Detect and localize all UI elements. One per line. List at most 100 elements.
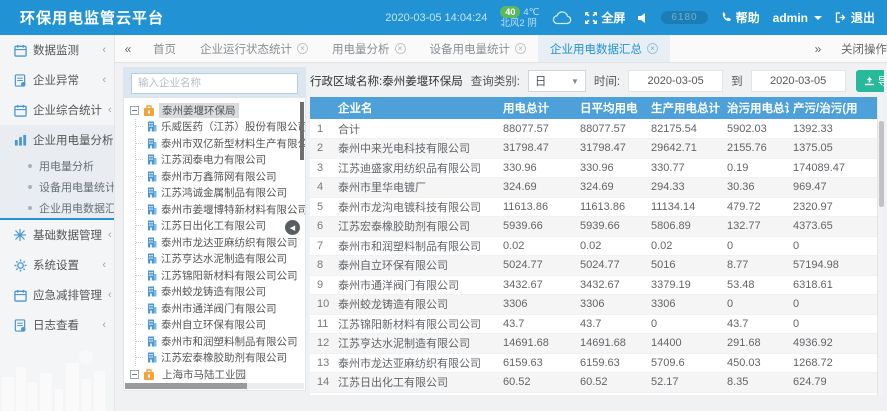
logout-button[interactable]: 退出 — [835, 9, 875, 26]
tree-company-node[interactable]: 泰州市通洋阀门有限公司 — [136, 300, 305, 317]
sidebar-item-0[interactable]: 数据监测 ‹ — [0, 35, 114, 65]
cell: 泰州市通洋阀门有限公司 — [334, 275, 499, 295]
tree-company-label: 江苏日出化工有限公司 — [161, 218, 266, 233]
tree-company-node[interactable]: 泰州市姜堰博特新材料有限公司 — [136, 201, 305, 218]
cell: 0 — [789, 295, 877, 315]
company-search-input[interactable] — [131, 73, 298, 94]
sidebar-item-5[interactable]: 系统设置 ‹ — [0, 250, 114, 280]
tree-company-label: 泰州市双亿新型材料生产有限公司 — [161, 136, 305, 151]
help-button[interactable]: 帮助 — [721, 9, 760, 26]
row-index: 5 — [310, 197, 334, 217]
wind-label: 北风2 — [500, 18, 524, 29]
sidebar-subitem-2[interactable]: 企业用电数据汇总 — [0, 197, 114, 218]
tree-company-node[interactable]: 江苏鸿诚金属制品有限公司 — [136, 185, 305, 202]
tree-company-node[interactable]: 泰州市双亿新型材料生产有限公司 — [136, 135, 305, 152]
tree-horizontal-scrollbar[interactable] — [125, 383, 304, 389]
tab-scroll-left-icon[interactable]: « — [115, 35, 141, 62]
table-row: 1合计88077.5788077.5782175.545902.031392.3… — [310, 119, 877, 139]
tab-close-icon[interactable]: × — [297, 43, 308, 54]
cell: 5806.89 — [647, 217, 723, 237]
cell: 31798.47 — [499, 139, 576, 159]
tree-company-node[interactable]: 泰州自立环保有限公司 — [136, 317, 305, 334]
tree-company-node[interactable]: 江苏锦阳新材料有限公司公司 — [136, 267, 305, 284]
row-index: 10 — [310, 295, 334, 315]
app-title: 环保用电监管云平台 — [20, 7, 164, 28]
tab-scroll-right-icon[interactable]: » — [805, 42, 831, 56]
building-icon — [147, 204, 157, 215]
building-icon — [147, 171, 157, 182]
row-index: 6 — [310, 217, 334, 237]
cell: 11613.86 — [576, 197, 647, 217]
cell: 0 — [789, 314, 877, 334]
sidebar-item-1[interactable]: 企业异常 ‹ — [0, 65, 114, 95]
cell: 0 — [723, 295, 789, 315]
cell: 14691.68 — [576, 334, 647, 354]
tree-company-label: 泰州市和润塑料制品有限公司 — [161, 334, 298, 349]
fullscreen-button[interactable]: 全屏 — [585, 9, 625, 26]
tree-company-node[interactable]: 江苏亨达水泥制造有限公司 — [136, 251, 305, 268]
tab-3[interactable]: 设备用电量统计× — [418, 35, 539, 62]
sidebar-subitem-1[interactable]: 设备用电量统计 — [0, 176, 114, 197]
table-row: 6江苏宏泰橡胶助剂有限公司5939.665939.665806.89132.77… — [310, 217, 877, 237]
user-menu[interactable]: admin — [773, 11, 822, 25]
tree-company-node[interactable]: 江苏润泰电力有限公司 — [136, 152, 305, 169]
cell: 60.52 — [576, 373, 647, 393]
tree-company-node[interactable]: 泰州市和润塑料制品有限公司 — [136, 333, 305, 350]
cell: 江苏亨达水泥制造有限公司 — [334, 334, 499, 354]
org-icon — [143, 369, 155, 380]
tree-vertical-scrollbar[interactable] — [300, 102, 304, 160]
tree-company-node[interactable]: 泰州市龙达亚麻纺织有限公司 — [136, 234, 305, 251]
tree-collapse-icon[interactable] — [130, 370, 139, 379]
tab-bar: « 首页企业运行状态统计×用电量分析×设备用电量统计×企业用电数据汇总× » 关… — [115, 35, 887, 63]
tree-company-node[interactable]: 江苏宏泰橡胶助剂有限公司 — [136, 350, 305, 367]
table-vertical-scrollbar[interactable] — [877, 97, 884, 395]
table-row: 11江苏锦阳新材料有限公司公司43.743.7043.70 — [310, 314, 877, 334]
tab-0[interactable]: 首页 — [141, 35, 188, 62]
tree-collapse-icon[interactable] — [130, 106, 139, 115]
sidebar-subitem-0[interactable]: 用电量分析 — [0, 155, 114, 176]
row-index: 14 — [310, 373, 334, 393]
calendar-icon — [13, 44, 27, 57]
chevron-left-icon: ‹ — [108, 229, 112, 241]
cell: 泰州蛟龙铸造有限公司 — [334, 295, 499, 315]
tab-2[interactable]: 用电量分析× — [320, 35, 418, 62]
building-icon — [147, 138, 157, 149]
tab-close-icon[interactable]: × — [647, 43, 658, 54]
sidebar-item-6[interactable]: 应急减排管理 ‹ — [0, 280, 114, 310]
tree-company-node[interactable]: 江苏日出化工有限公司 — [136, 218, 305, 235]
speaker-icon[interactable] — [638, 13, 648, 23]
cell: 江苏宏泰橡胶助剂有限公司 — [334, 217, 499, 237]
tree-company-label: 泰州市姜堰博特新材料有限公司 — [161, 202, 305, 217]
tab-close-icon[interactable]: × — [515, 43, 526, 54]
calendar-icon — [13, 104, 27, 117]
close-operations-menu[interactable]: 关闭操作 — [841, 41, 887, 57]
sidebar-item-4[interactable]: 基础数据管理 ‹ — [0, 220, 114, 250]
cell: 4936.92 — [789, 334, 877, 354]
sidebar-item-2[interactable]: 企业综合统计 ‹ — [0, 95, 114, 125]
cell: 57194.98 — [789, 256, 877, 276]
tree-company-node[interactable]: 泰州市万鑫筛网有限公司 — [136, 168, 305, 185]
tree-company-node[interactable]: 乐威医药（江苏）股份有限公司 — [136, 119, 305, 136]
date-to-input[interactable] — [751, 70, 846, 92]
chevron-left-icon: ‹ — [102, 44, 106, 56]
tree-connector — [136, 357, 143, 358]
tree-collapse-button[interactable]: ◀ — [285, 220, 300, 235]
tab-4[interactable]: 企业用电数据汇总× — [538, 35, 670, 62]
cell: 1375.05 — [789, 139, 877, 159]
tab-1[interactable]: 企业运行状态统计× — [188, 35, 320, 62]
tree-root-0[interactable]: 泰州姜堰环保局 — [130, 102, 305, 119]
date-from-input[interactable] — [628, 70, 723, 92]
sidebar-item-3[interactable]: 企业用电量分析 ‹ — [0, 125, 114, 155]
category-select[interactable]: 日 ▼ — [528, 70, 586, 92]
sidebar-item-7[interactable]: 日志查看 ‹ — [0, 310, 114, 340]
tree-connector — [136, 159, 143, 160]
export-button[interactable]: 导出 — [856, 70, 884, 92]
cell: 6159.63 — [499, 353, 576, 373]
temperature-label: 4℃ — [523, 7, 539, 18]
cell: 969.47 — [789, 178, 877, 198]
cell: 29642.71 — [647, 139, 723, 159]
tree-company-node[interactable]: 泰州蛟龙铸造有限公司 — [136, 284, 305, 301]
tab-close-icon[interactable]: × — [395, 43, 406, 54]
data-table-container: 企业名用电总计日平均用电生产用电总计治污用电总计产污/治污(用 1合计88077… — [310, 97, 884, 395]
tree-root-1[interactable]: 上海市马陆工业园 — [130, 366, 305, 382]
